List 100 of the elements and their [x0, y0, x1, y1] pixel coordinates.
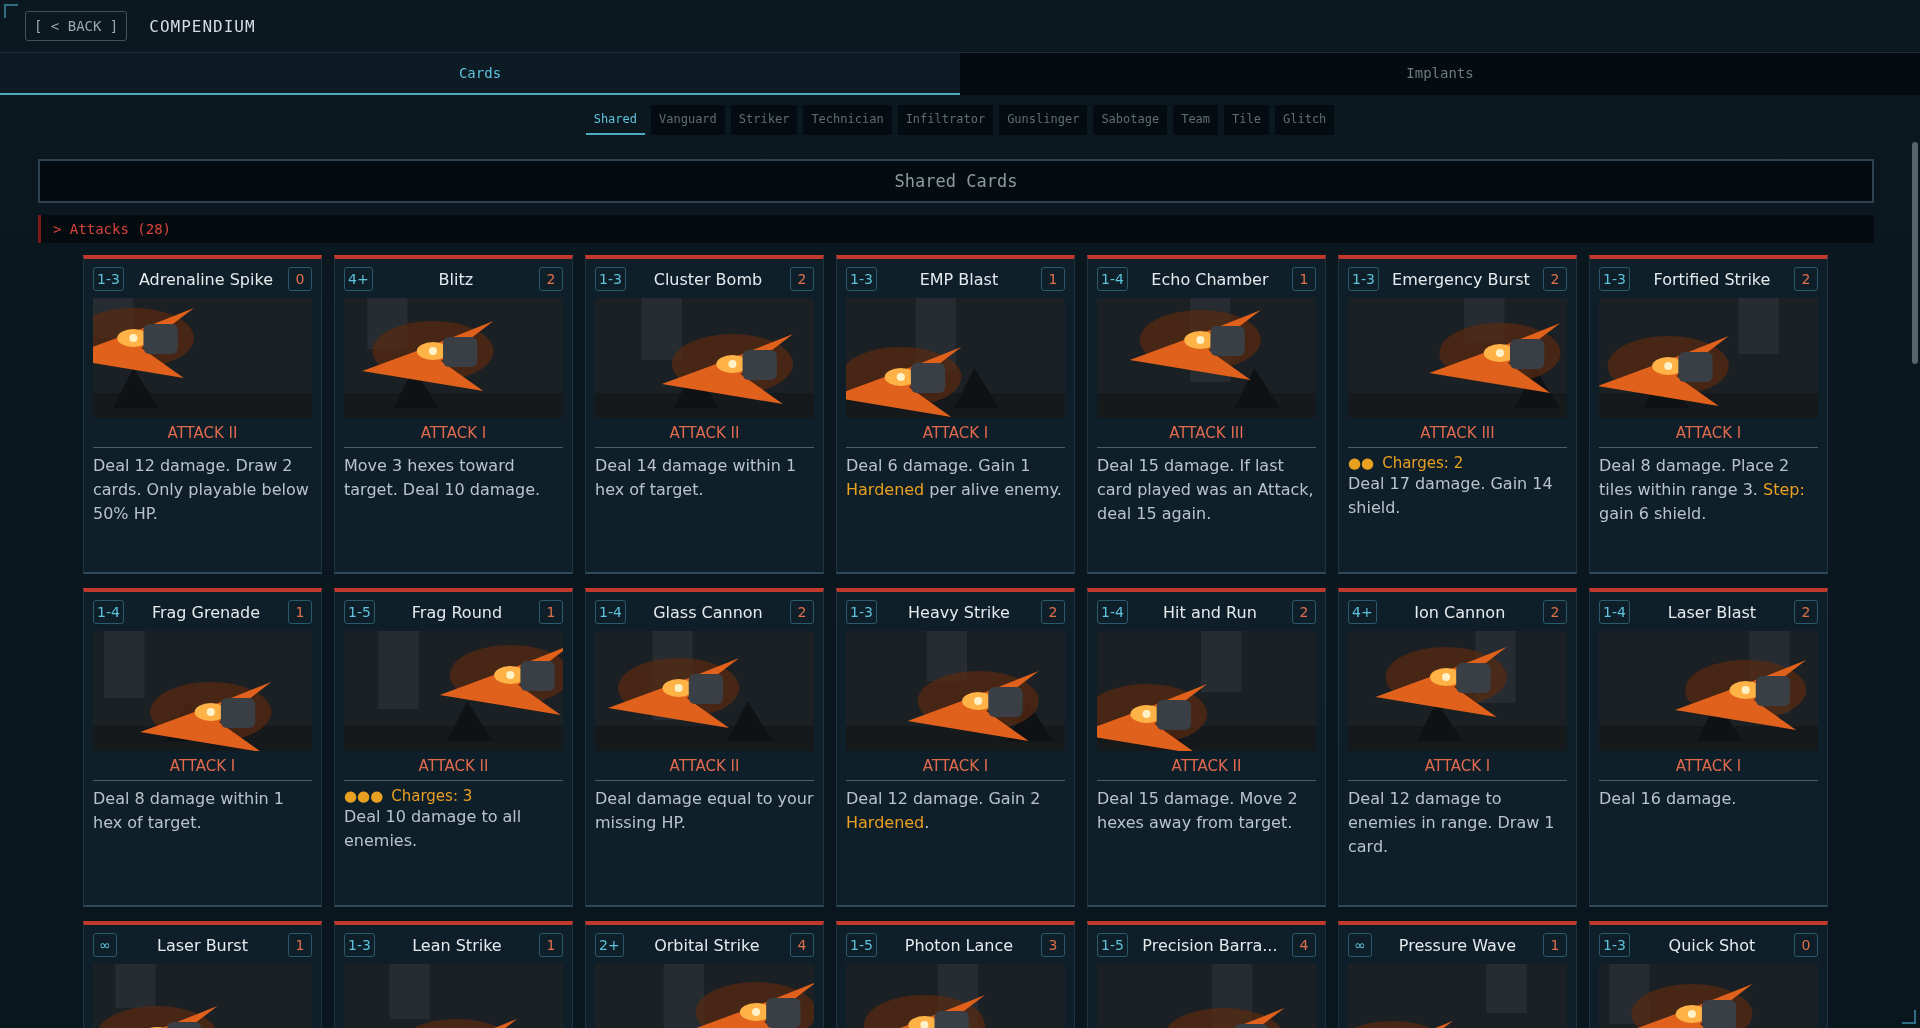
card[interactable]: 1-3 Lean Strike 1: [334, 921, 573, 1028]
range-badge: 4+: [1348, 600, 1377, 624]
filter-tab[interactable]: Tile: [1224, 105, 1269, 135]
card-name: Orbital Strike: [653, 935, 761, 955]
card[interactable]: 1-3 Adrenaline Spike 0 ATTACK II Deal 12 damage. Draw 2 cards. Only playable below 50% HP.: [83, 255, 322, 574]
filter-tab[interactable]: Gunslinger: [999, 105, 1088, 135]
cost-badge: 1: [1041, 267, 1065, 291]
card-type: ATTACK I: [419, 424, 488, 442]
range-badge: 1-3: [93, 267, 124, 291]
card-type: ATTACK II: [668, 424, 741, 442]
tab[interactable]: Implants: [960, 53, 1920, 95]
card-description: Deal damage equal to your missing HP.: [595, 788, 814, 834]
filter-tab[interactable]: Shared: [585, 105, 645, 135]
card[interactable]: 1-3 Fortified Strike 2 ATTACK I Deal 8 damage. Place 2 tiles within range 3. Step: gain 6 shield.: [1589, 255, 1828, 574]
filter-tab[interactable]: Team: [1173, 105, 1219, 135]
card-type: ATTACK II: [668, 757, 741, 775]
cost-badge: 1: [539, 933, 563, 957]
card[interactable]: ∞ Pressure Wave 1: [1338, 921, 1577, 1028]
filter-tab[interactable]: Glitch: [1275, 105, 1335, 135]
card-name: Photon Lance: [903, 935, 1015, 955]
cost-badge: 2: [790, 600, 814, 624]
cost-badge: 1: [539, 600, 563, 624]
card[interactable]: 2+ Orbital Strike 4: [585, 921, 824, 1028]
card[interactable]: 1-3 EMP Blast 1 ATTACK I Deal 6 damage. Gain 1 Hardened per alive enemy.: [836, 255, 1075, 574]
range-badge: 1-4: [1599, 600, 1630, 624]
card-name: Laser Blast: [1666, 602, 1758, 622]
card-description: Deal 15 damage. If last card played was an Attack, deal 15 again.: [1097, 455, 1315, 525]
card-name: Lean Strike: [411, 935, 503, 955]
card[interactable]: 1-5 Frag Round 1 ATTACK II ●●● Charges: 3 Deal 10 damage to all enemies.: [334, 588, 573, 907]
filter-tab[interactable]: Vanguard: [651, 105, 725, 135]
range-badge: 1-3: [1599, 267, 1630, 291]
cost-badge: 2: [1041, 600, 1065, 624]
card-description: Deal 14 damage within 1 hex of target.: [595, 455, 798, 501]
card[interactable]: 1-3 Emergency Burst 2 ATTACK III ●● Charges: 2 Deal 17 damage. Gain 14 shield.: [1338, 255, 1577, 574]
card-description: Deal 8 damage within 1 hex of target.: [93, 788, 285, 834]
range-badge: 1-4: [1097, 600, 1128, 624]
card-name: EMP Blast: [918, 269, 1000, 289]
card-type: ATTACK I: [921, 424, 990, 442]
section-title: Shared Cards: [38, 159, 1874, 203]
cost-badge: 2: [1794, 267, 1818, 291]
card-name: Echo Chamber: [1150, 269, 1270, 289]
card-type: ATTACK II: [417, 757, 490, 775]
cost-badge: 0: [1794, 933, 1818, 957]
scrollbar-thumb[interactable]: [1912, 142, 1918, 364]
card-type: ATTACK III: [1419, 424, 1496, 442]
card[interactable]: 1-4 Echo Chamber 1 ATTACK III Deal 15 damage. If last card played was an Attack, deal 15 again.: [1087, 255, 1326, 574]
tab[interactable]: Cards: [0, 53, 960, 95]
range-badge: 1-3: [595, 267, 626, 291]
corner-bracket-icon: [4, 4, 18, 18]
card-name: Cluster Bomb: [652, 269, 764, 289]
cost-badge: 2: [1292, 600, 1316, 624]
cost-badge: 0: [288, 267, 312, 291]
card[interactable]: 1-5 Precision Barra... 4: [1087, 921, 1326, 1028]
cost-badge: 1: [288, 600, 312, 624]
range-badge: 1-3: [1599, 933, 1630, 957]
filter-tab[interactable]: Technician: [803, 105, 892, 135]
card-description: Deal 10 damage to all enemies.: [344, 806, 523, 852]
range-badge: ∞: [1348, 933, 1372, 957]
charges-label: Charges: 2: [1382, 454, 1464, 472]
cost-badge: 1: [1543, 933, 1567, 957]
card[interactable]: 1-3 Heavy Strike 2 ATTACK I Deal 12 damage. Gain 2 Hardened.: [836, 588, 1075, 907]
card-type: ATTACK I: [168, 757, 237, 775]
cost-badge: 1: [288, 933, 312, 957]
charge-dots: ●●●: [344, 787, 384, 805]
card[interactable]: 1-4 Hit and Run 2 ATTACK II Deal 15 damage. Move 2 hexes away from target.: [1087, 588, 1326, 907]
filter-tab[interactable]: Infiltrator: [897, 105, 994, 135]
charges-label: Charges: 3: [391, 787, 473, 805]
cost-badge: 2: [1543, 600, 1567, 624]
card-type: ATTACK I: [1674, 757, 1743, 775]
filter-tab[interactable]: Striker: [730, 105, 798, 135]
cost-badge: 2: [1543, 267, 1567, 291]
card[interactable]: ∞ Laser Burst 1: [83, 921, 322, 1028]
card-description: Deal 8 damage. Place 2 tiles within range 3. Step: gain 6 shield.: [1599, 455, 1806, 525]
card[interactable]: 1-4 Glass Cannon 2 ATTACK II Deal damage equal to your missing HP.: [585, 588, 824, 907]
card[interactable]: 1-5 Photon Lance 3: [836, 921, 1075, 1028]
range-badge: ∞: [93, 933, 117, 957]
card[interactable]: 1-4 Frag Grenade 1 ATTACK I Deal 8 damage within 1 hex of target.: [83, 588, 322, 907]
card-name: Hit and Run: [1162, 602, 1258, 622]
card[interactable]: 4+ Blitz 2 ATTACK I Move 3 hexes toward target. Deal 10 damage.: [334, 255, 573, 574]
range-badge: 1-4: [1097, 267, 1128, 291]
card[interactable]: 1-4 Laser Blast 2 ATTACK I Deal 16 damage.: [1589, 588, 1828, 907]
card-description: Deal 12 damage to enemies in range. Draw 1 card.: [1348, 788, 1556, 858]
cost-badge: 1: [1292, 267, 1316, 291]
card-name: Adrenaline Spike: [137, 269, 274, 289]
cost-badge: 4: [790, 933, 814, 957]
card[interactable]: 1-3 Quick Shot 0: [1589, 921, 1828, 1028]
card-name: Frag Grenade: [150, 602, 261, 622]
card[interactable]: 4+ Ion Cannon 2 ATTACK I Deal 12 damage to enemies in range. Draw 1 card.: [1338, 588, 1577, 907]
filter-tab[interactable]: Sabotage: [1093, 105, 1168, 135]
charge-dots: ●●: [1348, 454, 1375, 472]
card-type: ATTACK II: [166, 424, 239, 442]
card-description: Deal 16 damage.: [1599, 788, 1738, 810]
range-badge: 2+: [595, 933, 624, 957]
card-name: Quick Shot: [1667, 935, 1757, 955]
card-description: Deal 17 damage. Gain 14 shield.: [1348, 473, 1554, 519]
card-description: Deal 6 damage. Gain 1 Hardened per alive enemy.: [846, 455, 1063, 501]
card[interactable]: 1-3 Cluster Bomb 2 ATTACK II Deal 14 damage within 1 hex of target.: [585, 255, 824, 574]
category-header[interactable]: > Attacks (28): [38, 215, 1874, 243]
back-button[interactable]: [ < BACK ]: [25, 11, 128, 41]
card-description: Deal 15 damage. Move 2 hexes away from target.: [1097, 788, 1299, 834]
